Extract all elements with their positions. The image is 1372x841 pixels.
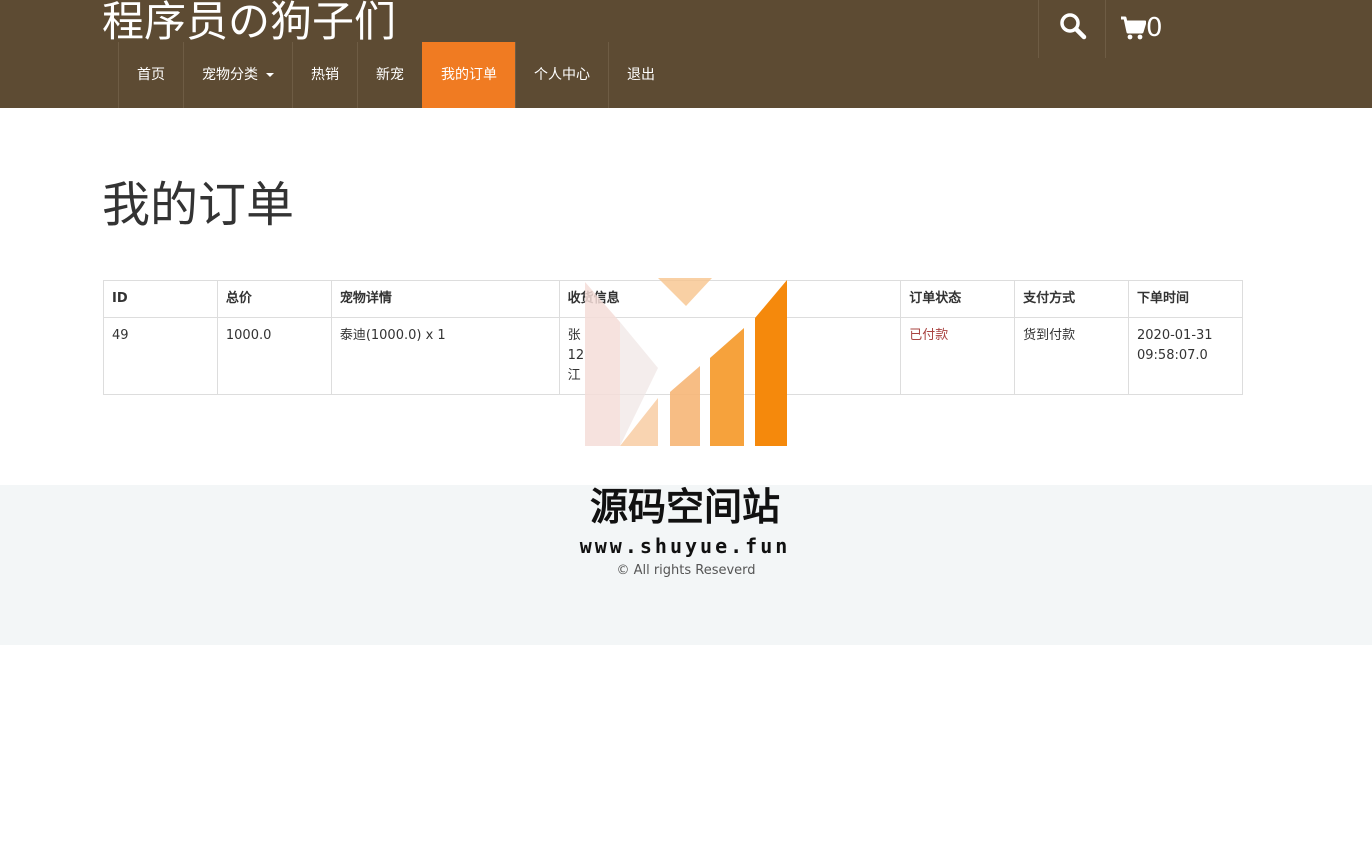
nav-item-categories[interactable]: 宠物分类 (183, 42, 292, 108)
nav-item-my-orders[interactable]: 我的订单 (422, 42, 515, 108)
nav-item-new[interactable]: 新宠 (357, 42, 422, 108)
search-icon (1060, 13, 1087, 40)
recipient-phone: 12 (567, 348, 585, 363)
column-header-recipient: 收货信息 (558, 280, 902, 318)
column-header-time: 下单时间 (1128, 280, 1243, 318)
cart-count: 0 (1146, 13, 1163, 43)
cell-recipient: 张 12 江 (558, 317, 902, 395)
nav-item-hot[interactable]: 热销 (292, 42, 357, 108)
caret-down-icon (266, 73, 274, 77)
cell-id: 49 (103, 317, 218, 395)
column-header-payment: 支付方式 (1014, 280, 1129, 318)
table-row: 49 1000.0 泰迪(1000.0) x 1 张 12 江 已付款 货到付款… (103, 317, 1243, 395)
cell-total: 1000.0 (216, 317, 332, 395)
page-title: 我的订单 (102, 177, 295, 233)
cell-time: 2020-01-31 09:58:07.0 (1128, 317, 1243, 395)
recipient-name: 张 (567, 328, 581, 343)
copyright-text: © All rights Reseverd (616, 563, 756, 578)
nav-item-home[interactable]: 首页 (118, 42, 183, 108)
site-brand[interactable]: 程序员の狗子们 (102, 0, 396, 48)
cart-icon (1121, 16, 1146, 40)
table-header-row: ID 总价 宠物详情 收货信息 订单状态 支付方式 下单时间 (103, 280, 1243, 318)
nav-item-logout[interactable]: 退出 (608, 42, 673, 108)
main-nav: 首页 宠物分类 热销 新宠 我的订单 个人中心 退出 (118, 42, 673, 108)
site-footer: © All rights Reseverd (0, 485, 1372, 645)
site-header: 程序员の狗子们 首页 宠物分类 热销 新宠 我的订单 个人中心 退出 0 (0, 0, 1372, 108)
search-button[interactable] (1038, 0, 1106, 58)
cell-payment: 货到付款 (1014, 317, 1129, 395)
cell-details: 泰迪(1000.0) x 1 (330, 317, 560, 395)
order-time: 09:58:07.0 (1137, 348, 1208, 363)
column-header-id: ID (103, 280, 218, 318)
recipient-address: 江 (567, 368, 581, 383)
column-header-status: 订单状态 (900, 280, 1016, 318)
nav-item-categories-label: 宠物分类 (202, 67, 258, 83)
orders-table: ID 总价 宠物详情 收货信息 订单状态 支付方式 下单时间 49 1000.0… (103, 280, 1243, 395)
column-header-total: 总价 (216, 280, 332, 318)
cell-status: 已付款 (900, 317, 1016, 395)
order-date: 2020-01-31 (1137, 328, 1213, 343)
nav-item-profile[interactable]: 个人中心 (515, 42, 608, 108)
column-header-details: 宠物详情 (330, 280, 560, 318)
cart-button[interactable]: 0 (1120, 10, 1163, 46)
